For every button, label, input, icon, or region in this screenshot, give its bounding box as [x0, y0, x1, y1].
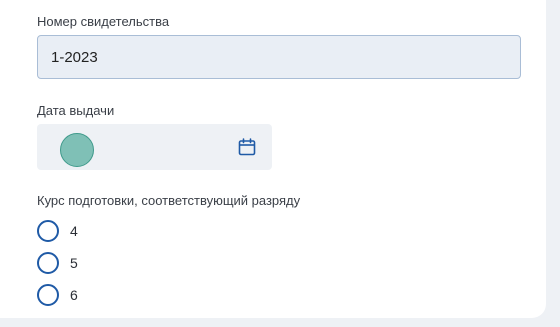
radio-option-5[interactable]: 5 [37, 252, 78, 274]
cursor-indicator [60, 133, 94, 167]
radio-button[interactable] [37, 252, 59, 274]
certificate-number-label: Номер свидетельства [37, 14, 170, 29]
certificate-number-input[interactable] [37, 35, 521, 79]
radio-option-label: 6 [70, 287, 78, 303]
issue-date-label: Дата выдачи [37, 103, 115, 118]
radio-option-label: 5 [70, 255, 78, 271]
radio-option-4[interactable]: 4 [37, 220, 78, 242]
radio-button[interactable] [37, 220, 59, 242]
form-card: Номер свидетельства Дата выдачи Курс под… [0, 0, 546, 318]
radio-button[interactable] [37, 284, 59, 306]
issue-date-field[interactable] [37, 124, 272, 170]
radio-option-label: 4 [70, 223, 78, 239]
radio-option-6[interactable]: 6 [37, 284, 78, 306]
calendar-icon[interactable] [238, 138, 256, 156]
training-course-label: Курс подготовки, соответствующий разряду [37, 193, 301, 208]
